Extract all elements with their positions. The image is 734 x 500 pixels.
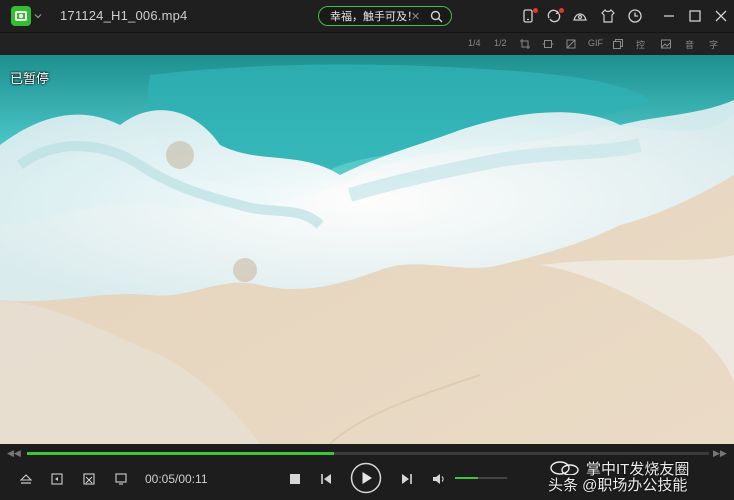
shirt-icon[interactable] [600, 8, 616, 24]
history-icon[interactable] [627, 8, 643, 24]
watermark-line2: 头条 @职场办公技能 [548, 477, 688, 494]
speed-quarter-button[interactable]: 1/4 [468, 38, 481, 48]
minimize-icon[interactable] [661, 8, 677, 24]
screenshot-icon[interactable] [612, 38, 624, 50]
rotate-icon[interactable] [565, 38, 577, 50]
cast-icon[interactable] [82, 472, 96, 486]
screen-mode-icon[interactable] [114, 472, 128, 486]
skin-icon[interactable] [572, 8, 588, 24]
previous-icon[interactable] [320, 473, 332, 485]
playlist-icon[interactable] [50, 472, 64, 486]
subtitle-button[interactable]: 字 [709, 38, 718, 51]
speed-half-button[interactable]: 1/2 [494, 38, 507, 48]
search-box[interactable]: 幸福，触手可及！ ✕ [318, 6, 452, 26]
control-button[interactable]: 控 [636, 38, 645, 51]
video-frame[interactable]: 已暂停 [0, 55, 734, 444]
playback-time: 00:05/00:11 [145, 472, 208, 486]
video-toolbar: 1/4 1/2 GIF 控 音 字 [0, 33, 734, 55]
wechat-logo-icon [550, 461, 579, 475]
app-logo-icon[interactable] [11, 6, 31, 26]
volume-icon[interactable] [432, 472, 446, 486]
play-button[interactable] [350, 462, 382, 494]
next-icon[interactable] [401, 473, 413, 485]
search-icon[interactable] [430, 10, 443, 23]
video-image [0, 55, 734, 444]
volume-slider[interactable] [455, 477, 507, 479]
stop-icon[interactable] [289, 473, 301, 485]
seek-progress [27, 452, 334, 455]
notification-dot [559, 8, 564, 13]
crop-icon[interactable] [519, 38, 531, 50]
chevron-down-icon[interactable] [34, 12, 42, 20]
close-icon[interactable] [713, 8, 729, 24]
notification-dot [533, 8, 538, 13]
gif-button[interactable]: GIF [588, 38, 603, 48]
window-title: 171124_H1_006.mp4 [60, 8, 188, 23]
frame-icon[interactable] [542, 38, 554, 50]
title-bar: 171124_H1_006.mp4 幸福，触手可及！ ✕ [0, 0, 734, 33]
volume-level [455, 477, 479, 479]
paused-status-label: 已暂停 [10, 71, 50, 86]
playback-controls: ◀◀ ▶▶ 00:05/00:11 掌中IT发烧友圈 头条 @职场办公技能 [0, 444, 734, 500]
clear-search-icon[interactable]: ✕ [411, 10, 420, 23]
seek-forward-icon[interactable]: ▶▶ [713, 448, 727, 459]
seek-back-icon[interactable]: ◀◀ [7, 448, 21, 459]
seek-bar[interactable] [27, 452, 709, 455]
eject-icon[interactable] [19, 472, 33, 486]
maximize-icon[interactable] [687, 8, 703, 24]
picture-icon[interactable] [660, 38, 672, 50]
audio-button[interactable]: 音 [685, 38, 694, 51]
search-query-text[interactable]: 幸福，触手可及！ [330, 8, 418, 24]
